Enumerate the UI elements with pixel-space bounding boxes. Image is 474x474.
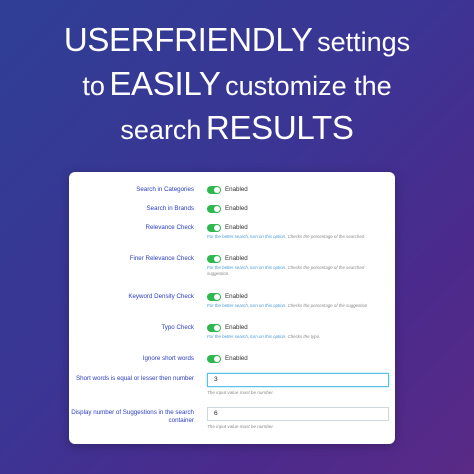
toggle-search-brands[interactable] (207, 205, 221, 213)
help-text: Checks the typo. (287, 334, 321, 339)
help-link[interactable]: For the better search, turn on this opti… (207, 334, 286, 339)
setting-label: Search in Brands (146, 205, 194, 212)
short-words-number-input[interactable]: 3 (207, 373, 389, 387)
help-text: Checks the percentage of the searched (287, 234, 365, 239)
toggle-search-categories[interactable] (207, 186, 221, 194)
setting-help: For the better search, turn on this opti… (207, 265, 385, 277)
setting-label: Search in Categories (136, 186, 194, 193)
headline-search: search (120, 115, 202, 145)
toggle-state-text: Enabled (225, 293, 248, 300)
input-help-text: The input value must be number. (207, 424, 274, 429)
setting-label: Relevance Check (145, 224, 195, 231)
toggle-relevance-check[interactable] (207, 224, 221, 232)
toggle-state-text: Enabled (225, 255, 248, 262)
setting-label: Keyword Density Check (128, 293, 194, 300)
help-link[interactable]: For the better search, turn on this opti… (207, 234, 286, 239)
setting-help: For the better search, turn on this opti… (207, 303, 385, 309)
toggle-state-text: Enabled (225, 186, 248, 193)
headline-line-2: to EASILY customize the (0, 62, 474, 106)
setting-label: Finer Relevance Check (129, 255, 194, 262)
setting-label: Short words is equal or lesser then numb… (76, 375, 194, 382)
toggle-typo-check[interactable] (207, 324, 221, 332)
help-link[interactable]: For the better search, turn on this opti… (207, 265, 286, 270)
toggle-keyword-density-check[interactable] (207, 293, 221, 301)
input-help-text: The input value must be number. (207, 390, 274, 395)
toggle-state-text: Enabled (225, 224, 248, 231)
settings-panel: Search in Categories Enabled Search in B… (69, 172, 395, 444)
setting-label: Typo Check (161, 324, 194, 331)
headline-line-3: search RESULTS (0, 106, 474, 150)
toggle-state-text: Enabled (225, 205, 248, 212)
toggle-ignore-short-words[interactable] (207, 355, 221, 363)
setting-label: Display number of Suggestions in the sea… (71, 409, 194, 424)
suggestions-number-input[interactable]: 6 (207, 407, 389, 421)
toggle-state-text: Enabled (225, 324, 248, 331)
headline-line-1: USERFRIENDLY settings (0, 18, 474, 62)
toggle-state-text: Enabled (225, 355, 248, 362)
headline: USERFRIENDLY settings to EASILY customiz… (0, 18, 474, 150)
headline-to: to (82, 71, 105, 101)
setting-help: For the better search, turn on this opti… (207, 234, 385, 240)
headline-easily: EASILY (109, 65, 221, 102)
help-text: Checks the percentage of the suggestion (287, 303, 368, 308)
headline-results: RESULTS (205, 109, 354, 146)
setting-label: Ignore short words (142, 355, 194, 362)
help-link[interactable]: For the better search, turn on this opti… (207, 303, 286, 308)
headline-userfriendly: USERFRIENDLY (63, 21, 313, 58)
headline-customize: customize the (225, 71, 392, 101)
toggle-finer-relevance-check[interactable] (207, 255, 221, 263)
headline-settings: settings (317, 27, 411, 57)
setting-help: For the better search, turn on this opti… (207, 334, 385, 340)
